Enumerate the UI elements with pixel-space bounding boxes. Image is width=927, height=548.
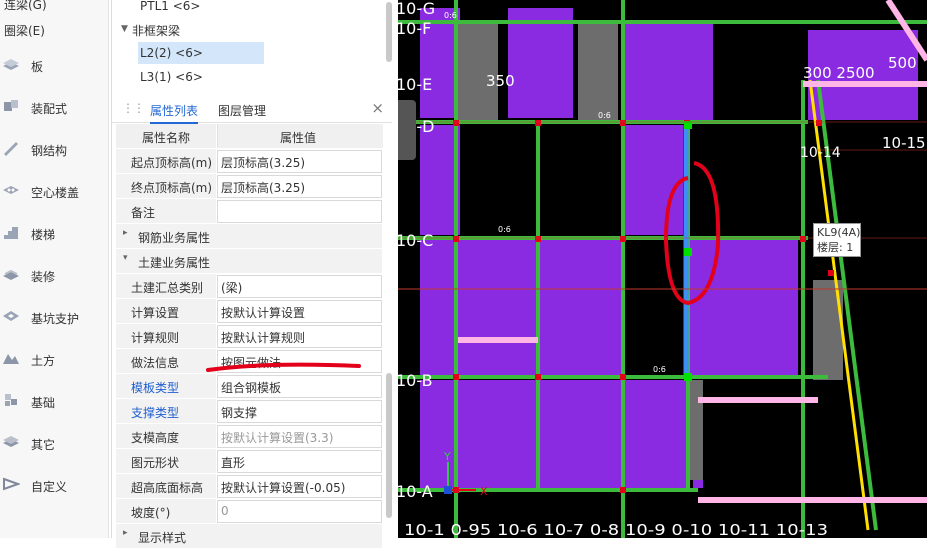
tree-item-l3[interactable]: L3(1) <6> bbox=[112, 66, 387, 88]
nav-item-prefab[interactable]: 装配式 bbox=[0, 93, 108, 123]
foundation-icon bbox=[5, 394, 17, 406]
decoration-icon bbox=[3, 269, 19, 280]
property-row: 支撑类型 钢支撑 bbox=[116, 399, 382, 424]
property-row: 计算规则 按默认计算规则 bbox=[116, 324, 382, 349]
property-row: 坡度(°) 0 bbox=[116, 499, 382, 524]
group-civil-properties[interactable]: ▾ 土建业务属性 bbox=[116, 249, 382, 273]
earthwork-icon bbox=[3, 354, 19, 364]
stair-icon bbox=[4, 227, 18, 239]
property-row: 终点顶标高(m) 层顶标高(3.25) bbox=[116, 174, 382, 199]
property-value-field[interactable]: 层顶标高(3.25) bbox=[217, 150, 382, 173]
nav-item-slab[interactable]: 板 bbox=[0, 51, 108, 81]
dimension-label: 350 bbox=[486, 72, 515, 90]
nav-item-lintel-beam[interactable]: 连梁(G) bbox=[4, 0, 47, 13]
tab-property-list[interactable]: 属性列表 bbox=[150, 102, 199, 124]
nav-item-custom[interactable]: 自定义 bbox=[0, 471, 108, 501]
axis-label-row: 10-E bbox=[398, 75, 432, 94]
slab-icon bbox=[3, 59, 19, 70]
property-scrollbar[interactable] bbox=[386, 373, 392, 518]
other-icon bbox=[3, 436, 19, 447]
nav-item-decoration[interactable]: 装修 bbox=[0, 261, 108, 291]
chevron-right-icon: ▸ bbox=[123, 228, 128, 238]
nav-item-pit-support[interactable]: 基坑支护 bbox=[0, 303, 108, 333]
property-value-field[interactable]: 直形 bbox=[217, 450, 382, 473]
property-value-field[interactable]: 按默认计算设置 bbox=[217, 300, 382, 323]
steel-structure-icon bbox=[4, 142, 18, 156]
red-underline-annotation bbox=[206, 362, 361, 372]
drag-handle-icon[interactable]: ⋮⋮ bbox=[122, 101, 145, 115]
grip-point[interactable] bbox=[684, 373, 692, 381]
chevron-down-icon[interactable]: ▼ bbox=[121, 24, 128, 34]
beam-size-label: 0:6 bbox=[444, 11, 457, 20]
ucs-y-label: Y bbox=[443, 450, 451, 463]
panel-tabs: ⋮⋮ 属性列表 图层管理 × bbox=[112, 96, 392, 124]
nav-item-stair[interactable]: 楼梯 bbox=[0, 219, 108, 249]
nav-item-other[interactable]: 其它 bbox=[0, 429, 108, 459]
axis-label: 10-14 bbox=[800, 145, 841, 161]
property-value-field[interactable]: 按默认计算设置(-0.05) bbox=[217, 475, 382, 498]
prefab-icon bbox=[4, 100, 18, 111]
axis-label-row: 10-B bbox=[398, 371, 433, 390]
property-row: 计算设置 按默认计算设置 bbox=[116, 299, 382, 324]
property-row: 土建汇总类别 (梁) bbox=[116, 274, 382, 299]
property-row: 支模高度 按默认计算设置(3.3) bbox=[116, 424, 382, 449]
chevron-down-icon: ▾ bbox=[123, 253, 128, 263]
beam-size-label: 0:6 bbox=[653, 365, 666, 374]
hollow-floor-icon bbox=[3, 186, 19, 194]
property-value-field[interactable]: 钢支撑 bbox=[217, 400, 382, 423]
axis-label-cols: 10-1 0-95 10-6 10-7 0-8 10-9 0-10 10-11 … bbox=[404, 521, 828, 538]
element-tooltip: KL9(4A) 楼层: 1 bbox=[813, 223, 861, 257]
property-value-field[interactable]: (梁) bbox=[217, 275, 382, 298]
axis-label: 10-15 bbox=[882, 134, 926, 152]
dimension-label: 300 2500 bbox=[803, 64, 875, 82]
pit-support-icon bbox=[3, 311, 19, 321]
beam-size-label: 0:6 bbox=[598, 111, 611, 120]
component-panel: PTL1 <6> ▼ 非框架梁 L2(2) <6> L3(1) <6> ⋮⋮ 属… bbox=[111, 0, 392, 548]
nav-item-steel-structure[interactable]: 钢结构 bbox=[0, 135, 108, 165]
group-rebar-properties[interactable]: ▸ 钢筋业务属性 bbox=[116, 224, 382, 248]
tree-item-ptl1[interactable]: PTL1 <6> bbox=[112, 0, 387, 17]
property-value-field[interactable]: 按默认计算规则 bbox=[217, 325, 382, 348]
property-row: 超高底面标高 按默认计算设置(-0.05) bbox=[116, 474, 382, 499]
module-nav: 连梁(G) 圈梁(E) 板 装配式 钢结构 空心楼盖 楼梯 装修 基坑支护 土方… bbox=[0, 0, 109, 538]
group-display-style[interactable]: ▸ 显示样式 bbox=[116, 524, 382, 548]
tab-layer-management[interactable]: 图层管理 bbox=[218, 102, 266, 119]
floor-plan-drawing: 10-G 10-F 10-E 10-D 10-C 10-B 10-A 10-1 … bbox=[398, 0, 927, 538]
axis-label-row: 10-C bbox=[398, 231, 433, 250]
close-icon[interactable]: × bbox=[371, 99, 384, 117]
property-row: 备注 bbox=[116, 199, 382, 224]
nav-item-earthwork[interactable]: 土方 bbox=[0, 345, 108, 375]
custom-icon bbox=[3, 477, 20, 491]
property-row: 图元形状 直形 bbox=[116, 449, 382, 474]
tree-item-l2[interactable]: L2(2) <6> bbox=[138, 42, 264, 64]
axis-label-row: 10-A bbox=[398, 482, 433, 501]
property-value-field[interactable] bbox=[217, 200, 382, 223]
cad-drawing-canvas[interactable]: 10-G 10-F 10-E 10-D 10-C 10-B 10-A 10-1 … bbox=[398, 0, 927, 538]
grip-point[interactable] bbox=[684, 248, 692, 256]
nav-item-ring-beam[interactable]: 圈梁(E) bbox=[4, 22, 45, 39]
tree-group-non-frame-beam[interactable]: ▼ 非框架梁 bbox=[112, 18, 387, 40]
property-row: 模板类型 组合钢模板 bbox=[116, 374, 382, 399]
beam-size-label: 0:6 bbox=[498, 225, 511, 234]
property-grid-header: 属性名称 属性值 bbox=[116, 124, 383, 149]
property-value-field[interactable]: 层顶标高(3.25) bbox=[217, 175, 382, 198]
tree-scrollbar[interactable] bbox=[386, 2, 392, 62]
axis-label-row: 10-G bbox=[398, 0, 435, 18]
property-value-field[interactable]: 按默认计算设置(3.3) bbox=[217, 425, 382, 448]
nav-item-hollow-floor[interactable]: 空心楼盖 bbox=[0, 177, 108, 207]
property-row: 起点顶标高(m) 层顶标高(3.25) bbox=[116, 149, 382, 174]
ucs-x-label: X bbox=[480, 485, 488, 498]
chevron-right-icon: ▸ bbox=[123, 528, 128, 538]
property-value-field[interactable]: 组合钢模板 bbox=[217, 375, 382, 398]
property-value-field[interactable]: 0 bbox=[217, 500, 382, 523]
collapse-panel-handle[interactable] bbox=[398, 100, 416, 160]
nav-item-foundation[interactable]: 基础 bbox=[0, 387, 108, 417]
dimension-label: 500 bbox=[888, 54, 917, 72]
axis-label-row: 10-F bbox=[398, 19, 431, 38]
